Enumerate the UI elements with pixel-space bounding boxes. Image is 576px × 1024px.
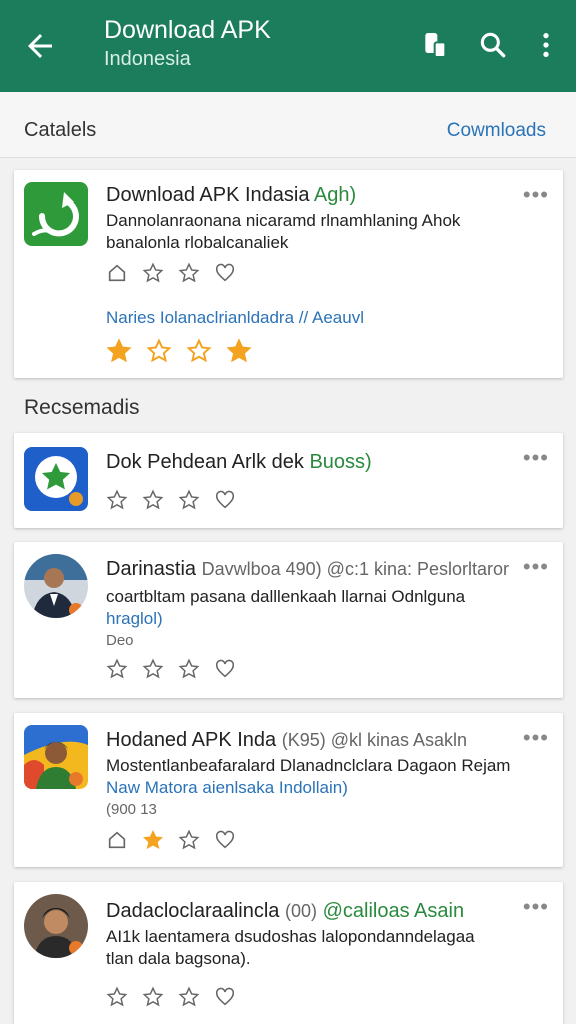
featured-app-description: Dannolanraonana nicaramd rlnamhlaning Ah… (106, 211, 461, 252)
page-title: Download APK (104, 16, 271, 44)
app-star-badge-icon (24, 447, 88, 511)
heart-icon[interactable] (214, 829, 236, 851)
user-avatar (24, 554, 88, 618)
user-avatar (24, 894, 88, 958)
page-subtitle: Indonesia (104, 48, 191, 70)
star-icon[interactable] (106, 658, 128, 680)
star-icon[interactable] (106, 986, 128, 1008)
app-name: Darinastia Davwlboa 490) @c:1 kina: Pesl… (106, 558, 510, 580)
home-icon[interactable] (106, 262, 128, 284)
categories-tab[interactable]: Catalels (24, 119, 96, 142)
device-icon[interactable] (420, 28, 452, 62)
section-heading: Recsemadis (24, 396, 140, 419)
app-actions (106, 986, 236, 1008)
star-outline-icon[interactable] (186, 338, 212, 364)
featured-app-name: Download APK Indasia Agh) (106, 184, 357, 206)
star-icon[interactable] (142, 986, 164, 1008)
star-icon[interactable] (142, 262, 164, 284)
star-filled-icon[interactable] (106, 338, 132, 364)
star-icon[interactable] (178, 489, 200, 511)
star-filled-icon[interactable] (142, 829, 164, 851)
app-actions (106, 658, 236, 680)
app-name: Dok Pehdean Arlk dek Buoss) (106, 451, 372, 473)
star-icon[interactable] (178, 986, 200, 1008)
category-bar: Catalels Cowmloads (0, 92, 576, 158)
app-actions (106, 489, 236, 511)
more-options-icon[interactable]: ••• (523, 182, 549, 208)
star-icon[interactable] (142, 489, 164, 511)
app-card[interactable]: Dok Pehdean Arlk dek Buoss) ••• (14, 433, 563, 528)
featured-actions (106, 262, 236, 284)
app-name: Hodaned APK Inda (K95) @kl kinas Asakln (106, 729, 468, 751)
back-arrow-icon[interactable] (22, 28, 58, 64)
downloads-link[interactable]: Cowmloads (447, 120, 546, 142)
app-count: (900 13 (106, 801, 157, 818)
overflow-menu-icon[interactable] (530, 28, 562, 62)
star-outline-icon[interactable] (146, 338, 172, 364)
app-description: AI1k laentamera dsudoshas lalopondanndel… (106, 927, 475, 968)
star-icon[interactable] (178, 658, 200, 680)
heart-icon[interactable] (214, 986, 236, 1008)
app-refresh-icon (24, 182, 88, 246)
user-avatar (24, 725, 88, 789)
app-description: coartbltam pasana dalllenkaah llarnai Od… (106, 587, 466, 628)
star-icon[interactable] (106, 489, 128, 511)
home-icon[interactable] (106, 829, 128, 851)
featured-app-card[interactable]: Download APK Indasia Agh) Dannolanraonan… (14, 170, 563, 378)
star-filled-icon[interactable] (226, 338, 252, 364)
heart-icon[interactable] (214, 489, 236, 511)
app-bar: Download APK Indonesia (0, 0, 576, 92)
app-description: Mostentlanbeafaralard Dlanadnclclara Dag… (106, 756, 511, 797)
app-count: Deo (106, 632, 134, 649)
app-actions (106, 829, 236, 851)
heart-icon[interactable] (214, 262, 236, 284)
more-options-icon[interactable]: ••• (523, 725, 549, 751)
star-icon[interactable] (178, 262, 200, 284)
app-card[interactable]: Darinastia Davwlboa 490) @c:1 kina: Pesl… (14, 542, 563, 698)
heart-icon[interactable] (214, 658, 236, 680)
more-options-icon[interactable]: ••• (523, 894, 549, 920)
app-name: Dadacloclaraalincla (00) @caliloas Asain (106, 900, 465, 922)
app-card[interactable]: Hodaned APK Inda (K95) @kl kinas Asakln … (14, 713, 563, 867)
star-icon[interactable] (178, 829, 200, 851)
featured-app-link[interactable]: Naries Iolanaclrianldadra // Aeauvl (106, 308, 364, 328)
featured-rating (106, 338, 252, 364)
app-card[interactable]: Dadacloclaraalincla (00) @caliloas Asain… (14, 882, 563, 1024)
search-icon[interactable] (477, 28, 509, 62)
star-icon[interactable] (142, 658, 164, 680)
more-options-icon[interactable]: ••• (523, 554, 549, 580)
more-options-icon[interactable]: ••• (523, 445, 549, 471)
